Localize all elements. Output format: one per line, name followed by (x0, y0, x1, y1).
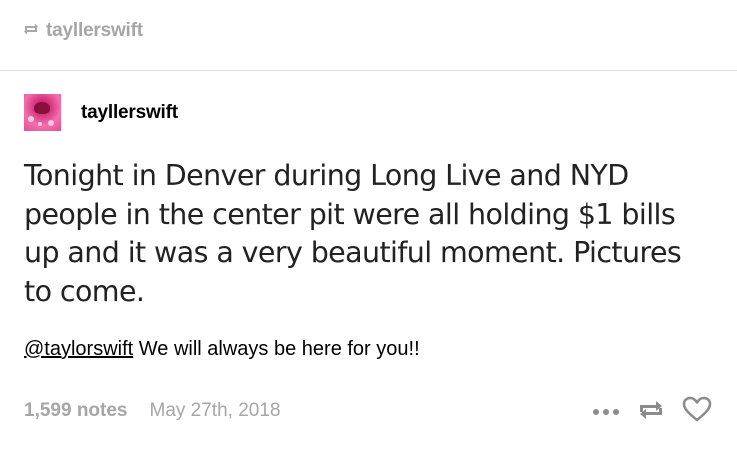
header-divider (0, 70, 737, 71)
avatar-dot (48, 120, 54, 126)
post-author-link[interactable]: tayllerswift (81, 102, 178, 124)
avatar[interactable] (24, 94, 61, 131)
reblog-header: tayllerswift (22, 18, 143, 44)
avatar-rose-shape (34, 102, 50, 114)
post-actions (592, 396, 712, 428)
mention-link[interactable]: @taylorswift (24, 338, 133, 360)
reblog-icon[interactable] (636, 397, 666, 428)
avatar-dot (38, 122, 42, 126)
post-footer: 1,599 notes May 27th, 2018 (24, 400, 280, 422)
reblog-username-link[interactable]: tayllerswift (46, 20, 143, 42)
heart-icon[interactable] (682, 396, 712, 428)
more-icon[interactable] (592, 398, 620, 420)
post-body-text: Tonight in Denver during Long Live and N… (24, 159, 682, 308)
notes-count[interactable]: 1,599 notes (24, 400, 128, 422)
avatar-dot (28, 116, 34, 122)
reblog-icon (22, 21, 40, 42)
caption-text: We will always be here for you!! (133, 338, 420, 360)
post-header: tayllerswift (24, 94, 178, 131)
post-caption: @taylorswift We will always be here for … (24, 338, 420, 361)
post-date[interactable]: May 27th, 2018 (150, 400, 281, 422)
